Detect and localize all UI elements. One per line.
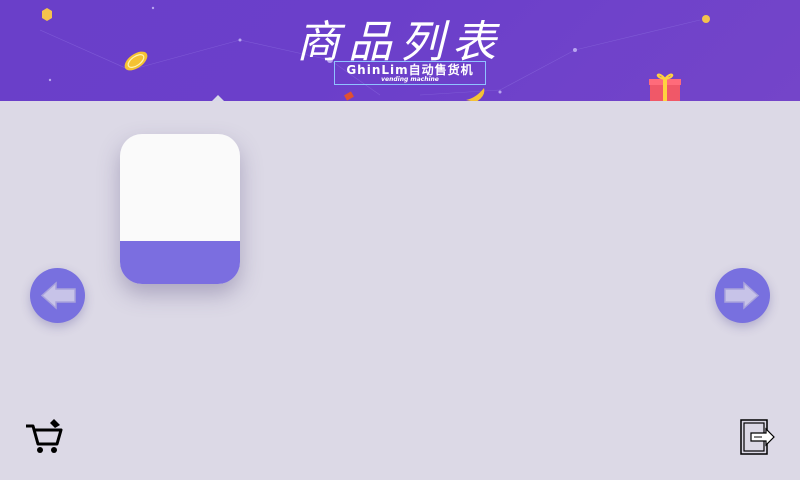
- exit-icon: [740, 419, 775, 455]
- brand-name: GhinLim自动售货机: [346, 63, 474, 77]
- product-card[interactable]: [120, 134, 240, 284]
- prev-page-button[interactable]: [30, 268, 85, 323]
- shopping-cart-icon: [26, 419, 63, 453]
- arrow-left-icon: [40, 281, 76, 310]
- cup-icon: [212, 95, 224, 101]
- brand-tagline: vending machine: [381, 76, 439, 83]
- candy-icon: [344, 91, 354, 101]
- banana-icon: [466, 88, 485, 101]
- arrow-right-icon: [724, 281, 760, 310]
- product-card-footer: [120, 241, 240, 284]
- header-banner: 商品列表 GhinLim自动售货机 vending machine: [0, 0, 800, 101]
- next-page-button[interactable]: [715, 268, 770, 323]
- brand-box: GhinLim自动售货机 vending machine: [334, 61, 486, 85]
- cart-button[interactable]: [24, 418, 64, 456]
- exit-button[interactable]: [738, 418, 778, 456]
- gift-icon: [649, 73, 681, 101]
